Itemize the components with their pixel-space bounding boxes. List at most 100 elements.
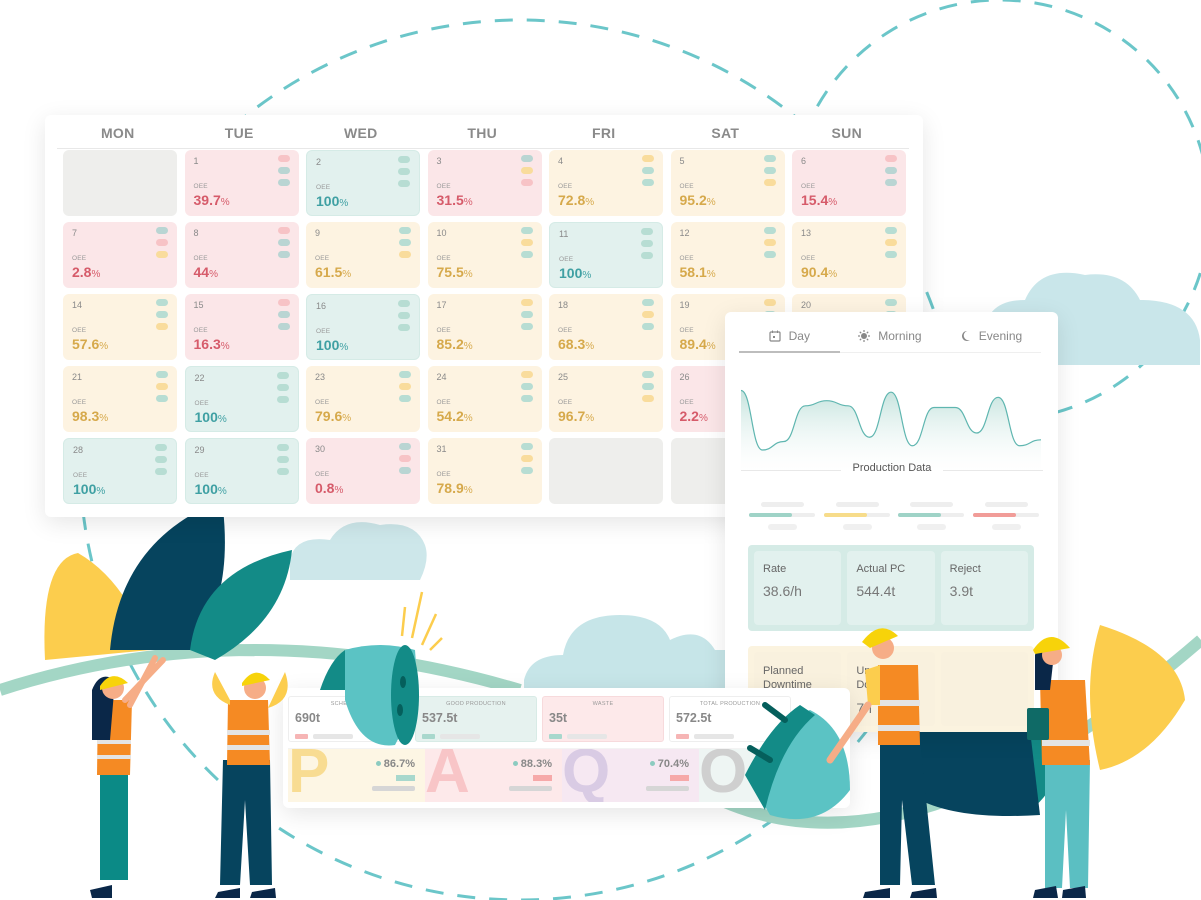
oee-percent: %	[463, 269, 473, 280]
oee-number: 100	[73, 481, 97, 497]
oee-percent: %	[99, 413, 109, 424]
tab-day-label: Day	[788, 328, 810, 343]
factor-swatch	[533, 775, 552, 781]
factor-swatch	[396, 775, 415, 781]
oee-label: OEE	[194, 400, 209, 407]
production-summary-cards: SCHEDULED 690t GOOD PRODUCTION 537.5t WA…	[288, 696, 791, 742]
calendar-day-29[interactable]: 29 OEE 100%	[184, 438, 299, 504]
placeholder-bar	[440, 734, 480, 739]
summary-card-total-production: TOTAL PRODUCTION 572.5t	[669, 696, 791, 742]
calendar-day-9[interactable]: 9 OEE 61.5%	[306, 222, 420, 288]
calendar-day-12[interactable]: 12 OEE 58.1%	[670, 222, 785, 288]
placeholder-text	[917, 524, 947, 530]
calendar-day-31[interactable]: 31 OEE 78.9%	[427, 438, 542, 504]
progress-fill	[972, 513, 1016, 517]
oee-factor-p: P 86.7%	[288, 749, 425, 802]
day-number: 8	[193, 228, 199, 238]
oee-label: OEE	[72, 255, 87, 262]
calendar-day-13[interactable]: 13 OEE 90.4%	[792, 222, 906, 288]
calendar-day-2[interactable]: 2 OEE 100%	[306, 150, 420, 216]
oee-percent: %	[91, 269, 101, 280]
oee-label: OEE	[558, 399, 573, 406]
calendar-day-18[interactable]: 18 OEE 68.3%	[549, 294, 663, 360]
shift-status-pill	[276, 468, 289, 475]
oee-number: 44	[193, 264, 210, 280]
tab-morning[interactable]: Morning	[840, 320, 941, 352]
shift-status-pill	[763, 299, 776, 306]
day-number: 25	[558, 372, 569, 382]
stat-unplanned-downtime-value: 7h	[856, 700, 872, 716]
placeholder-bar	[509, 786, 552, 791]
calendar-day-15[interactable]: 15 OEE 16.3%	[184, 294, 299, 360]
wave-area	[741, 390, 1041, 472]
weekday-sat: SAT	[711, 125, 740, 141]
calendar-day-7[interactable]: 7 OEE 2.8%	[63, 222, 177, 288]
shift-status-pill	[276, 444, 289, 451]
production-progress-item	[898, 502, 965, 532]
tab-morning-label: Morning	[878, 329, 922, 343]
summary-card-value: 572.5t	[676, 711, 712, 725]
shift-status-pill	[277, 251, 290, 258]
calendar-day-25[interactable]: 25 OEE 96.7%	[549, 366, 663, 432]
shift-status-pill	[520, 395, 533, 402]
calendar-day-3[interactable]: 3 OEE 31.5%	[427, 150, 542, 216]
shift-status-pill	[276, 456, 289, 463]
shift-status-pill	[520, 239, 533, 246]
oee-percent: %	[220, 197, 230, 208]
day-number: 16	[316, 301, 327, 311]
calendar-day-11[interactable]: 11 OEE 100%	[549, 222, 663, 288]
stat-actual-pc: Actual PC 544.4t	[847, 551, 935, 625]
tab-day[interactable]: Day	[739, 320, 840, 353]
oee-label: OEE	[72, 399, 87, 406]
calendar-day-17[interactable]: 17 OEE 85.2%	[427, 294, 542, 360]
shift-status-pill	[641, 252, 653, 259]
calendar-day-22[interactable]: 22 OEE 100%	[184, 366, 299, 432]
shift-status-pill	[277, 179, 290, 186]
oee-percent: %	[706, 341, 716, 352]
calendar-day-6[interactable]: 6 OEE 15.4%	[792, 150, 906, 216]
oee-value: 15.4%	[801, 192, 837, 208]
tab-evening[interactable]: Evening	[940, 320, 1041, 352]
calendar-day-10[interactable]: 10 OEE 75.5%	[427, 222, 542, 288]
oee-label: OEE	[558, 327, 573, 334]
sun-icon	[858, 330, 871, 342]
oee-percent: %	[342, 413, 352, 424]
oee-percent: %	[698, 413, 708, 424]
oee-percent: %	[220, 341, 230, 352]
shift-status-pill	[885, 227, 897, 234]
calendar-day-14[interactable]: 14 OEE 57.6%	[63, 294, 177, 360]
calendar-day-28[interactable]: 28 OEE 100%	[63, 438, 177, 504]
calendar-day-30[interactable]: 30 OEE 0.8%	[306, 438, 420, 504]
shift-status-pill	[520, 455, 533, 462]
calendar-day-24[interactable]: 24 OEE 54.2%	[427, 366, 542, 432]
day-number: 4	[558, 156, 564, 166]
oee-number: 75.5	[436, 264, 464, 280]
production-progress-item	[823, 502, 890, 532]
calendar-day-4[interactable]: 4 OEE 72.8%	[549, 150, 663, 216]
shift-status-pill	[399, 251, 411, 258]
oee-label: OEE	[316, 184, 331, 191]
oee-percent: %	[828, 197, 838, 208]
factor-swatch	[670, 775, 689, 781]
shift-status-pill	[763, 167, 776, 174]
calendar-day-5[interactable]: 5 OEE 95.2%	[670, 150, 785, 216]
calendar-day-21[interactable]: 21 OEE 98.3%	[63, 366, 177, 432]
shift-status-pill	[520, 311, 533, 318]
shift-status-pill	[520, 179, 533, 186]
production-progress-item	[749, 502, 815, 532]
weekday-thu: THU	[467, 125, 498, 141]
calendar-day-16[interactable]: 16 OEE 100%	[306, 294, 420, 360]
calendar-day-1[interactable]: 1 OEE 39.7%	[184, 150, 299, 216]
shift-status-pill	[156, 371, 168, 378]
placeholder-bar	[646, 786, 689, 791]
calendar-day-8[interactable]: 8 OEE 44%	[184, 222, 299, 288]
stat-actual-pc-label: Actual PC	[856, 563, 906, 575]
shift-status-pill	[399, 371, 411, 378]
oee-label: OEE	[679, 255, 694, 262]
oee-label: OEE	[316, 328, 331, 335]
oee-number: 61.5	[315, 264, 343, 280]
calendar-day-23[interactable]: 23 OEE 79.6%	[306, 366, 420, 432]
placeholder-bar	[313, 734, 353, 739]
calendar-day-empty	[549, 438, 663, 504]
summary-card-value: 537.5t	[422, 711, 458, 725]
